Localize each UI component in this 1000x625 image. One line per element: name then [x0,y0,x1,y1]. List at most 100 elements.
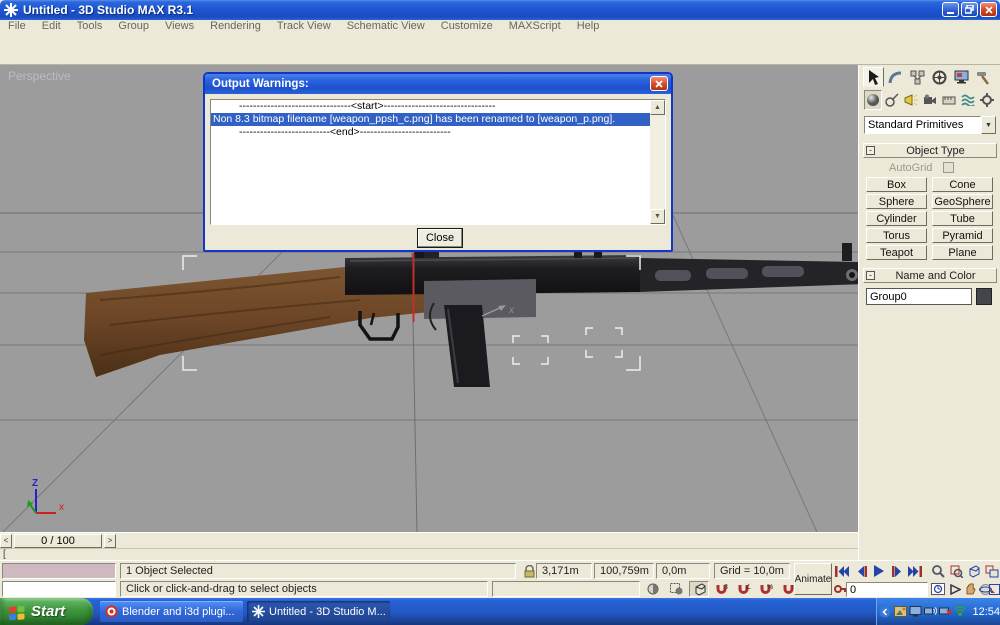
play-icon [873,565,885,577]
zoom-all-button[interactable] [946,563,966,579]
name-color-rollout-header[interactable]: - Name and Color [863,268,997,283]
tab-display[interactable] [951,67,972,87]
time-configuration-button[interactable] [930,581,946,597]
start-button[interactable]: Start [0,598,93,625]
close-button[interactable] [980,2,997,17]
maxscript-mini-listener-white[interactable] [2,581,116,597]
menu-item-views[interactable]: Views [157,20,202,33]
dialog-titlebar[interactable]: Output Warnings: [205,74,671,94]
tab-hierarchy[interactable] [907,67,928,87]
minmax-toggle-button[interactable] [988,581,1000,597]
next-frame-button[interactable] [887,563,907,579]
zoom-button[interactable] [928,563,948,579]
category-cameras[interactable] [921,90,939,110]
snap-toggle-3d-icon[interactable] [689,581,709,597]
object-type-rollout-header[interactable]: - Object Type [863,143,997,158]
app-icon[interactable] [3,2,19,18]
status-bar: 1 Object Selected Click or click-and-dra… [0,560,1000,598]
angle-snap-magnet-icon[interactable]: ∠ [734,581,754,597]
task-button-blender[interactable]: Blender and i3d plugi... [100,601,243,622]
animate-button[interactable]: Animate [794,563,832,595]
menu-item-maxscript[interactable]: MAXScript [501,20,569,33]
zoom-extents-button[interactable] [964,563,984,579]
tray-network-icon[interactable] [923,604,937,619]
menu-item-file[interactable]: File [0,20,34,33]
snap-3d-magnet-icon[interactable]: 3 [712,581,732,597]
menu-item-trackview[interactable]: Track View [269,20,339,33]
restore-button[interactable] [961,2,978,17]
primitive-plane-button[interactable]: Plane [932,245,993,260]
warning-line-selected[interactable]: Non 8.3 bitmap filename [weapon_ppsh_c.p… [211,113,665,126]
listbox-scrollbar[interactable]: ▲ ▼ [650,100,665,224]
utilities-hammer-icon [976,70,991,85]
dropdown-arrow-icon[interactable]: ▼ [981,116,996,134]
category-systems[interactable] [978,90,996,110]
primitive-pyramid-button[interactable]: Pyramid [932,228,993,243]
time-slider-handle[interactable]: 0 / 100 [14,534,102,548]
menu-item-help[interactable]: Help [569,20,608,33]
svg-text:∠: ∠ [745,583,751,591]
tray-chevron-icon[interactable] [878,604,892,619]
tray-display-icon[interactable] [908,604,922,619]
time-next-button[interactable]: > [104,534,116,548]
prev-frame-button[interactable] [851,563,871,579]
object-color-swatch[interactable] [976,288,992,305]
menu-item-schematicview[interactable]: Schematic View [339,20,433,33]
pan-view-button[interactable] [963,581,977,597]
tab-modify[interactable] [885,67,906,87]
percent-snap-magnet-icon[interactable]: % [756,581,776,597]
play-button[interactable] [869,563,889,579]
tray-wireless-icon[interactable] [953,604,967,619]
primitive-teapot-button[interactable]: Teapot [866,245,927,260]
primitive-box-button[interactable]: Box [866,177,927,192]
primitive-torus-button[interactable]: Torus [866,228,927,243]
category-geometry[interactable] [864,90,882,110]
collapse-icon: - [866,271,875,280]
time-prev-button[interactable]: < [0,534,12,548]
scroll-up-icon[interactable]: ▲ [650,100,665,115]
warnings-listbox[interactable]: --------------------------------<start>-… [210,99,666,225]
primitives-category-combo[interactable]: Standard Primitives▼ [864,116,996,134]
primitive-geosphere-button[interactable]: GeoSphere [932,194,993,209]
menu-item-rendering[interactable]: Rendering [202,20,269,33]
dialog-close-button[interactable]: Close [417,228,463,248]
tab-create[interactable] [863,67,884,87]
hierarchy-icon [910,70,925,85]
goto-end-button[interactable] [905,563,925,579]
category-helpers[interactable] [940,90,958,110]
selection-filter-button[interactable] [948,581,962,597]
warning-line-start[interactable]: --------------------------------<start>-… [211,100,665,113]
track-bar[interactable]: [ [0,548,858,560]
viewport-label[interactable]: Perspective [8,69,71,83]
tray-network-error-icon[interactable] [938,604,952,619]
menu-item-customize[interactable]: Customize [433,20,501,33]
tab-utilities[interactable] [973,67,994,87]
zoom-extents-all-button[interactable] [982,563,1000,579]
dialog-close-icon[interactable] [650,76,668,91]
zoom-extents-all-icon [985,565,999,578]
menu-item-group[interactable]: Group [110,20,157,33]
warning-line-end[interactable]: --------------------------<end>---------… [211,126,665,139]
object-name-input[interactable] [866,288,972,305]
crossing-selection-icon[interactable] [666,581,686,597]
primitive-cylinder-button[interactable]: Cylinder [866,211,927,226]
category-spacewarps[interactable] [959,90,977,110]
menu-item-edit[interactable]: Edit [34,20,69,33]
current-frame-field[interactable] [846,582,928,597]
primitive-cone-button[interactable]: Cone [932,177,993,192]
minimize-button[interactable] [942,2,959,17]
maxscript-mini-listener-pink[interactable] [2,563,116,579]
scroll-down-icon[interactable]: ▼ [650,209,665,224]
menu-item-tools[interactable]: Tools [69,20,111,33]
goto-start-button[interactable] [832,563,852,579]
primitive-sphere-button[interactable]: Sphere [866,194,927,209]
category-shapes[interactable] [883,90,901,110]
tab-motion[interactable] [929,67,950,87]
tray-image-icon[interactable] [893,604,907,619]
primitive-tube-button[interactable]: Tube [932,211,993,226]
lights-icon [904,93,918,107]
grid-size-readout: Grid = 10,0m [714,563,790,579]
task-button-3dsmax[interactable]: Untitled - 3D Studio M... [247,601,390,622]
category-lights[interactable] [902,90,920,110]
degradation-override-icon[interactable] [643,581,663,597]
